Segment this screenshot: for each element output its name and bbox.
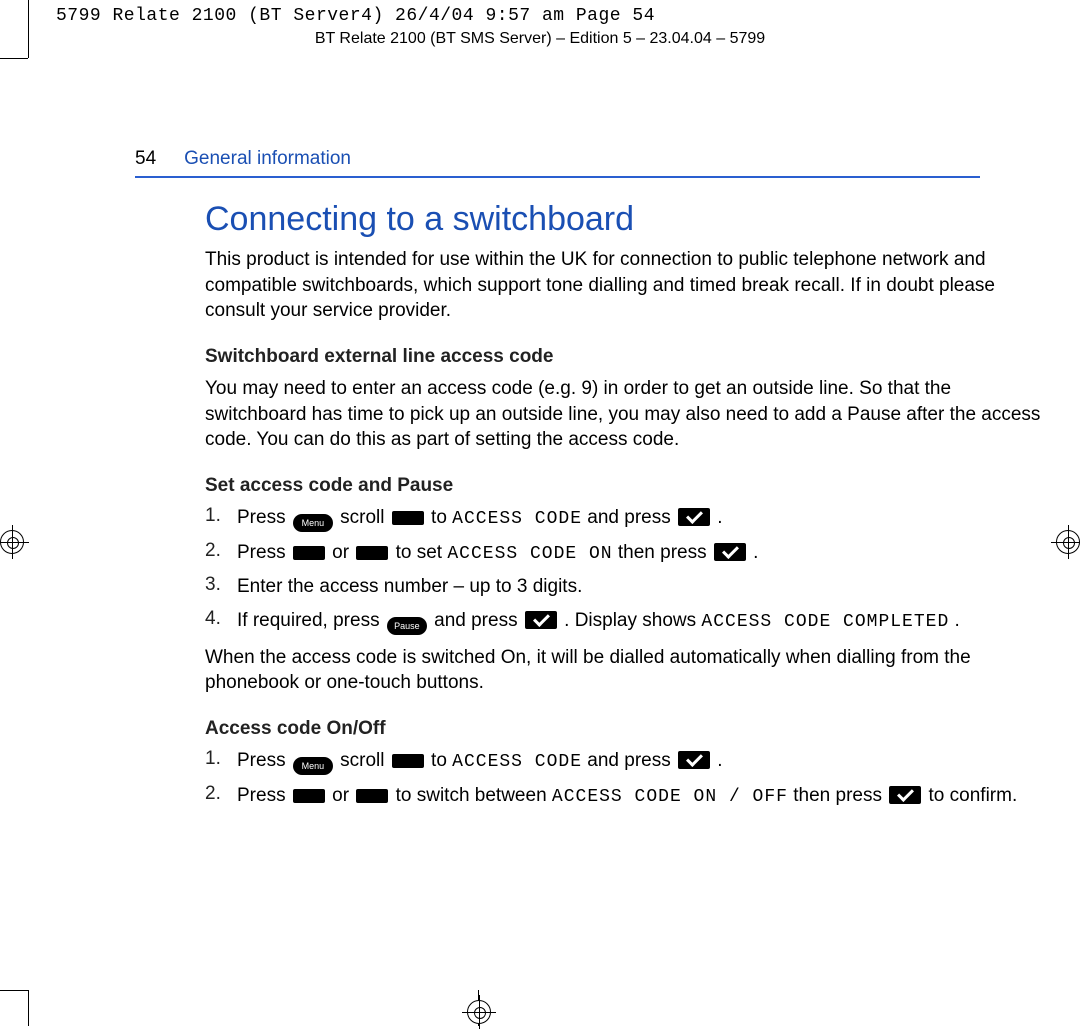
text: to bbox=[431, 750, 452, 771]
edition-line: BT Relate 2100 (BT SMS Server) – Edition… bbox=[0, 28, 1080, 56]
ok-key-icon bbox=[889, 786, 921, 804]
scroll-key-icon bbox=[293, 789, 325, 803]
ok-key-icon bbox=[678, 751, 710, 769]
section-name: General information bbox=[184, 148, 351, 170]
text: Press bbox=[237, 507, 291, 528]
step-item: 1. Press Menu scroll to ACCESS CODE and … bbox=[205, 505, 1050, 532]
step-number: 1. bbox=[205, 748, 227, 775]
page-body: 54 General information Connecting to a s… bbox=[30, 58, 1070, 1006]
text: to bbox=[431, 507, 452, 528]
pause-key-icon: Pause bbox=[387, 617, 427, 635]
text: . bbox=[955, 610, 960, 631]
text: Press bbox=[237, 542, 291, 563]
scroll-key-icon bbox=[392, 754, 424, 768]
steps-access-code-onoff: 1. Press Menu scroll to ACCESS CODE and … bbox=[205, 748, 1050, 809]
text: Press bbox=[237, 785, 291, 806]
paragraph: You may need to enter an access code (e.… bbox=[205, 376, 1050, 453]
header-rule bbox=[135, 176, 980, 178]
text: scroll bbox=[340, 507, 390, 528]
display-text: ACCESS CODE ON / OFF bbox=[552, 787, 788, 807]
text: to set bbox=[396, 542, 448, 563]
scroll-key-icon bbox=[356, 546, 388, 560]
step-number: 2. bbox=[205, 540, 227, 566]
text: and press bbox=[587, 507, 676, 528]
text: Press bbox=[237, 750, 291, 771]
registration-mark-icon bbox=[0, 530, 24, 554]
crop-mark bbox=[28, 990, 29, 1026]
subhead-onoff: Access code On/Off bbox=[205, 718, 1050, 740]
scroll-key-icon bbox=[293, 546, 325, 560]
ok-key-icon bbox=[525, 611, 557, 629]
scroll-key-icon bbox=[392, 511, 424, 525]
print-slug: 5799 Relate 2100 (BT Server4) 26/4/04 9:… bbox=[0, 0, 1080, 28]
step-number: 4. bbox=[205, 608, 227, 635]
running-header: 54 General information bbox=[135, 148, 1070, 170]
text: to confirm. bbox=[929, 785, 1018, 806]
text: to switch between bbox=[396, 785, 552, 806]
text: scroll bbox=[340, 750, 390, 771]
text: or bbox=[332, 785, 354, 806]
text: then press bbox=[793, 785, 887, 806]
step-item: 1. Press Menu scroll to ACCESS CODE and … bbox=[205, 748, 1050, 775]
page-number: 54 bbox=[135, 148, 156, 170]
text: . bbox=[717, 750, 722, 771]
text: then press bbox=[618, 542, 712, 563]
display-text: ACCESS CODE ON bbox=[447, 544, 612, 564]
subhead-access-code: Switchboard external line access code bbox=[205, 346, 1050, 368]
step-item: 2. Press or to set ACCESS CODE ON then p… bbox=[205, 540, 1050, 566]
subhead-set-code: Set access code and Pause bbox=[205, 475, 1050, 497]
display-text: ACCESS CODE bbox=[452, 752, 582, 772]
text: . bbox=[753, 542, 758, 563]
step-item: 4. If required, press Pause and press . … bbox=[205, 608, 1050, 635]
intro-paragraph: This product is intended for use within … bbox=[205, 247, 1050, 324]
ok-key-icon bbox=[678, 508, 710, 526]
step-number: 3. bbox=[205, 574, 227, 600]
step-number: 2. bbox=[205, 783, 227, 809]
text: or bbox=[332, 542, 354, 563]
menu-key-icon: Menu bbox=[293, 514, 333, 532]
paragraph: When the access code is switched On, it … bbox=[205, 645, 1050, 696]
ok-key-icon bbox=[714, 543, 746, 561]
text: Enter the access number – up to 3 digits… bbox=[237, 574, 582, 600]
text: and press bbox=[434, 610, 523, 631]
crop-mark bbox=[0, 58, 28, 59]
scroll-key-icon bbox=[356, 789, 388, 803]
page-title: Connecting to a switchboard bbox=[205, 200, 1050, 239]
step-item: 3. Enter the access number – up to 3 dig… bbox=[205, 574, 1050, 600]
text: . Display shows bbox=[564, 610, 701, 631]
step-number: 1. bbox=[205, 505, 227, 532]
text: If required, press bbox=[237, 610, 385, 631]
crop-mark bbox=[0, 990, 28, 991]
step-item: 2. Press or to switch between ACCESS COD… bbox=[205, 783, 1050, 809]
steps-set-access-code: 1. Press Menu scroll to ACCESS CODE and … bbox=[205, 505, 1050, 635]
crop-mark bbox=[28, 0, 29, 58]
display-text: ACCESS CODE bbox=[452, 509, 582, 529]
menu-key-icon: Menu bbox=[293, 757, 333, 775]
text: and press bbox=[587, 750, 676, 771]
content-column: Connecting to a switchboard This product… bbox=[205, 200, 1050, 809]
display-text: ACCESS CODE COMPLETED bbox=[701, 612, 949, 632]
text: . bbox=[717, 507, 722, 528]
